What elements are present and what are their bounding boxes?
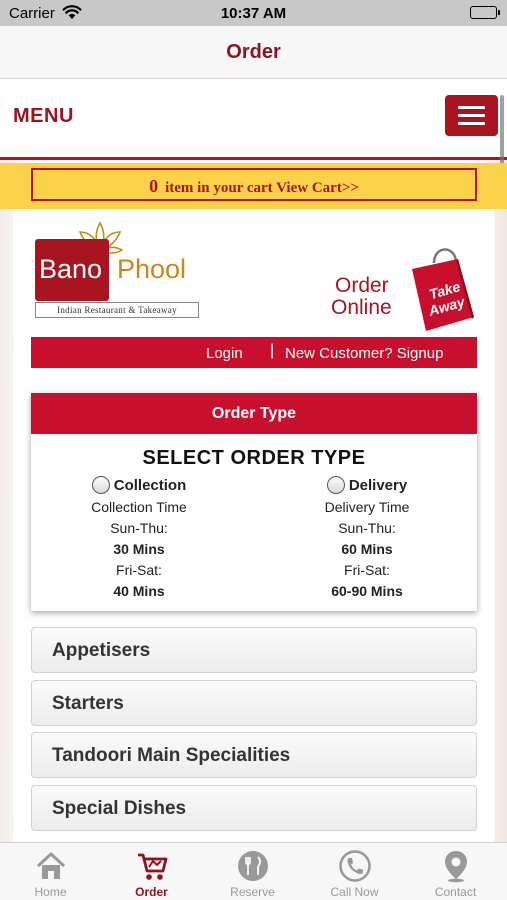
- select-order-type-title: SELECT ORDER TYPE: [142, 447, 366, 469]
- cutlery-icon: [238, 851, 268, 881]
- order-type-header: Order Type: [31, 393, 477, 434]
- collection-sun-thu-label: Sun-Thu:: [110, 520, 168, 536]
- location-pin-icon: [445, 851, 467, 883]
- tab-order-label: Order: [135, 885, 168, 899]
- cart-strip: 0 item in your cart View Cart>>: [0, 163, 507, 209]
- tab-reserve[interactable]: Reserve: [202, 843, 303, 900]
- tab-bar: Home Order Reserve Call Now Contact: [0, 842, 507, 900]
- tab-call-now-label: Call Now: [330, 885, 379, 899]
- auth-separator: |: [270, 342, 275, 359]
- order-online-line2: Online: [331, 296, 392, 319]
- cart-text: item in your cart View Cart>>: [165, 180, 359, 196]
- category-starters[interactable]: Starters: [31, 680, 477, 726]
- delivery-option: Delivery Delivery Time Sun-Thu: 60 Mins …: [257, 475, 477, 602]
- status-bar: Carrier 10:37 AM: [0, 0, 507, 26]
- delivery-radio[interactable]: [326, 476, 345, 494]
- tab-reserve-label: Reserve: [230, 885, 275, 899]
- hamburger-icon: [458, 106, 485, 109]
- logo-tagline: Indian Restaurant & Takeaway: [35, 302, 199, 318]
- delivery-fri-sat-value: 60-90 Mins: [331, 583, 403, 599]
- cart-count: 0: [149, 176, 159, 196]
- page-body: Bano Phool Indian Restaurant & Takeaway …: [13, 209, 494, 842]
- menu-label: MENU: [13, 105, 74, 127]
- menu-toggle-button[interactable]: [445, 95, 498, 136]
- tab-contact-label: Contact: [434, 885, 477, 899]
- status-time: 10:37 AM: [220, 5, 287, 22]
- tab-contact[interactable]: Contact: [405, 843, 506, 900]
- tab-call-now[interactable]: Call Now: [304, 843, 405, 900]
- logo-name-part2: Phool: [117, 254, 187, 284]
- site-menu-bar: MENU: [0, 80, 507, 160]
- takeaway-bag-icon: Take Away: [406, 241, 478, 338]
- cart-icon: [138, 853, 168, 880]
- delivery-sun-thu-label: Sun-Thu:: [338, 520, 396, 536]
- collection-radio-row[interactable]: Collection: [29, 475, 249, 497]
- collection-sun-thu-value: 30 Mins: [113, 541, 165, 557]
- order-online-line1: Order: [335, 274, 389, 297]
- delivery-radio-row[interactable]: Delivery: [257, 475, 477, 497]
- battery-icon: [470, 6, 500, 19]
- collection-fri-sat-value: 40 Mins: [113, 583, 165, 599]
- logo-name-part1: Bano: [39, 254, 103, 284]
- navigation-bar: Order: [0, 26, 507, 79]
- delivery-sun-thu-value: 60 Mins: [341, 541, 393, 557]
- page-title: Order: [226, 41, 281, 63]
- auth-bar: Login | New Customer? Signup: [31, 337, 477, 368]
- tab-order[interactable]: Order: [101, 843, 202, 900]
- view-cart-link[interactable]: 0 item in your cart View Cart>>: [31, 168, 477, 201]
- collection-fri-sat-label: Fri-Sat:: [116, 562, 162, 578]
- tab-home[interactable]: Home: [0, 843, 101, 900]
- collection-time-label: Collection Time: [91, 499, 187, 515]
- tab-home-label: Home: [34, 885, 67, 899]
- signup-link[interactable]: New Customer? Signup: [285, 345, 443, 362]
- phone-icon: [339, 850, 371, 882]
- home-icon: [36, 852, 66, 879]
- category-special-dishes[interactable]: Special Dishes: [31, 785, 477, 831]
- collection-radio[interactable]: [91, 476, 110, 494]
- collection-option: Collection Collection Time Sun-Thu: 30 M…: [29, 475, 249, 602]
- collection-label: Collection: [113, 477, 187, 494]
- category-appetisers[interactable]: Appetisers: [31, 627, 477, 673]
- web-content[interactable]: MENU 0 item in your cart View Cart>> Ban…: [0, 80, 507, 842]
- order-type-card: Order Type SELECT ORDER TYPE Collection …: [31, 393, 477, 611]
- login-link[interactable]: Login: [206, 345, 243, 362]
- delivery-label: Delivery: [348, 477, 408, 494]
- delivery-fri-sat-label: Fri-Sat:: [344, 562, 390, 578]
- delivery-time-label: Delivery Time: [324, 499, 410, 515]
- category-tandoori-main-specialities[interactable]: Tandoori Main Specialities: [31, 732, 477, 778]
